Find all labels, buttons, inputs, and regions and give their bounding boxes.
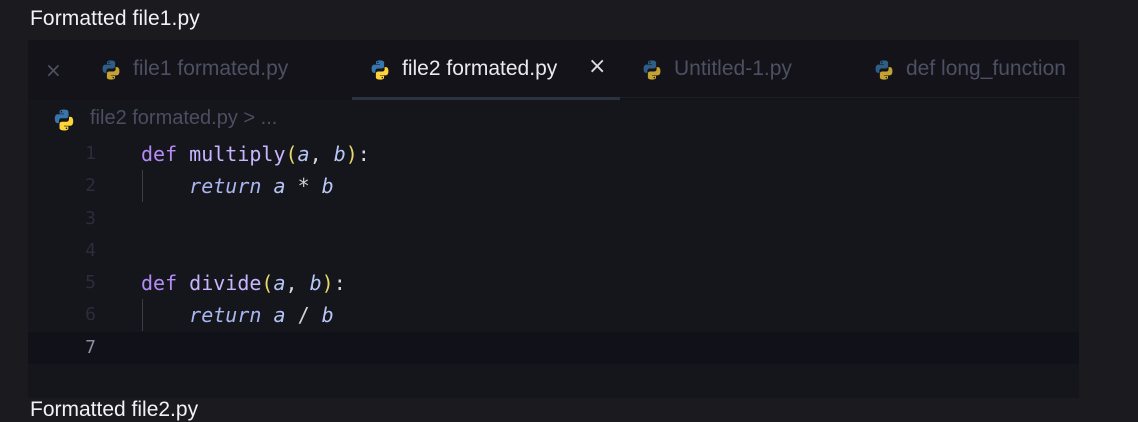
code-token: a — [297, 142, 310, 166]
code-token: : — [333, 271, 346, 296]
code-text: def divide(a, b): — [141, 267, 346, 299]
code-line[interactable]: 3 — [28, 203, 1079, 235]
breadcrumb-file[interactable]: file2 formated.py — [90, 107, 238, 129]
code-token: b — [321, 174, 334, 199]
line-number: 4 — [85, 239, 96, 261]
code-token: a — [273, 271, 286, 296]
code-token: , — [285, 271, 310, 296]
tab-untitled-1[interactable]: Untitled-1.py — [641, 40, 841, 100]
code-token: ( — [261, 271, 274, 296]
code-text: def multiply(a, b): — [141, 138, 370, 170]
page-caption-bottom: Formatted file2.py — [30, 398, 199, 421]
active-tab-indicator — [352, 97, 620, 100]
code-text: return a * b — [141, 170, 334, 202]
python-icon — [643, 60, 661, 80]
python-icon — [371, 60, 389, 80]
page-caption: Formatted file1.py — [30, 7, 200, 30]
code-token: return — [189, 303, 262, 328]
code-area[interactable]: 1 def multiply(a, b): 2 return a * b 3 4 5 def… — [28, 138, 1079, 365]
python-icon — [54, 109, 74, 131]
code-token: b — [309, 271, 322, 296]
code-token: ) — [345, 142, 358, 166]
breadcrumb-path: file2 formated.py > ... — [90, 107, 277, 130]
line-number: 2 — [85, 175, 96, 197]
code-token: a — [273, 303, 286, 328]
tab-label: file2 formated.py — [402, 57, 558, 80]
code-line[interactable]: 6 return a / b — [28, 299, 1079, 332]
breadcrumb-more[interactable]: ... — [261, 107, 278, 129]
line-number: 7 — [85, 336, 96, 358]
python-icon — [102, 60, 120, 80]
tab-def-long-function[interactable]: def long_function — [873, 40, 1079, 100]
code-token: def — [141, 271, 178, 296]
tab-label: Untitled-1.py — [674, 57, 792, 80]
tab-label: file1 formated.py — [133, 57, 289, 80]
tab-file1-formated[interactable]: file1 formated.py — [100, 40, 340, 100]
code-token: ( — [285, 142, 298, 166]
code-token: b — [333, 142, 346, 166]
code-line[interactable]: 1 def multiply(a, b): — [28, 138, 1079, 170]
chevron-right-icon: > — [243, 107, 256, 129]
line-number: 1 — [85, 143, 96, 164]
code-token: * — [297, 174, 310, 199]
code-token: ) — [321, 271, 334, 296]
code-token: def — [141, 142, 178, 166]
code-token: multiply — [189, 142, 286, 166]
code-line[interactable]: 5 def divide(a, b): — [28, 267, 1079, 299]
python-icon — [875, 60, 893, 80]
code-editor: × file1 formated.py file2 formated.py × … — [28, 40, 1079, 398]
close-icon[interactable]: × — [45, 58, 62, 82]
line-number: 6 — [85, 304, 96, 326]
tab-file2-formated[interactable]: file2 formated.py × — [369, 40, 619, 100]
code-token: / — [297, 303, 310, 328]
code-token: divide — [189, 271, 262, 296]
line-number: 3 — [85, 207, 96, 229]
code-token: b — [321, 303, 334, 328]
code-line[interactable]: 7 — [28, 331, 1079, 365]
code-token: , — [309, 142, 334, 166]
line-number: 5 — [85, 272, 96, 294]
tab-bar: × file1 formated.py file2 formated.py × … — [28, 40, 1079, 100]
code-token: : — [357, 142, 370, 166]
tab-divider — [620, 97, 1079, 98]
code-line[interactable]: 2 return a * b — [28, 170, 1079, 203]
code-line[interactable]: 4 — [28, 235, 1079, 267]
code-token: a — [273, 174, 286, 199]
code-token: return — [189, 174, 262, 199]
tab-label: def long_function — [906, 57, 1066, 80]
code-text: return a / b — [141, 299, 334, 331]
close-icon[interactable]: × — [588, 54, 606, 79]
